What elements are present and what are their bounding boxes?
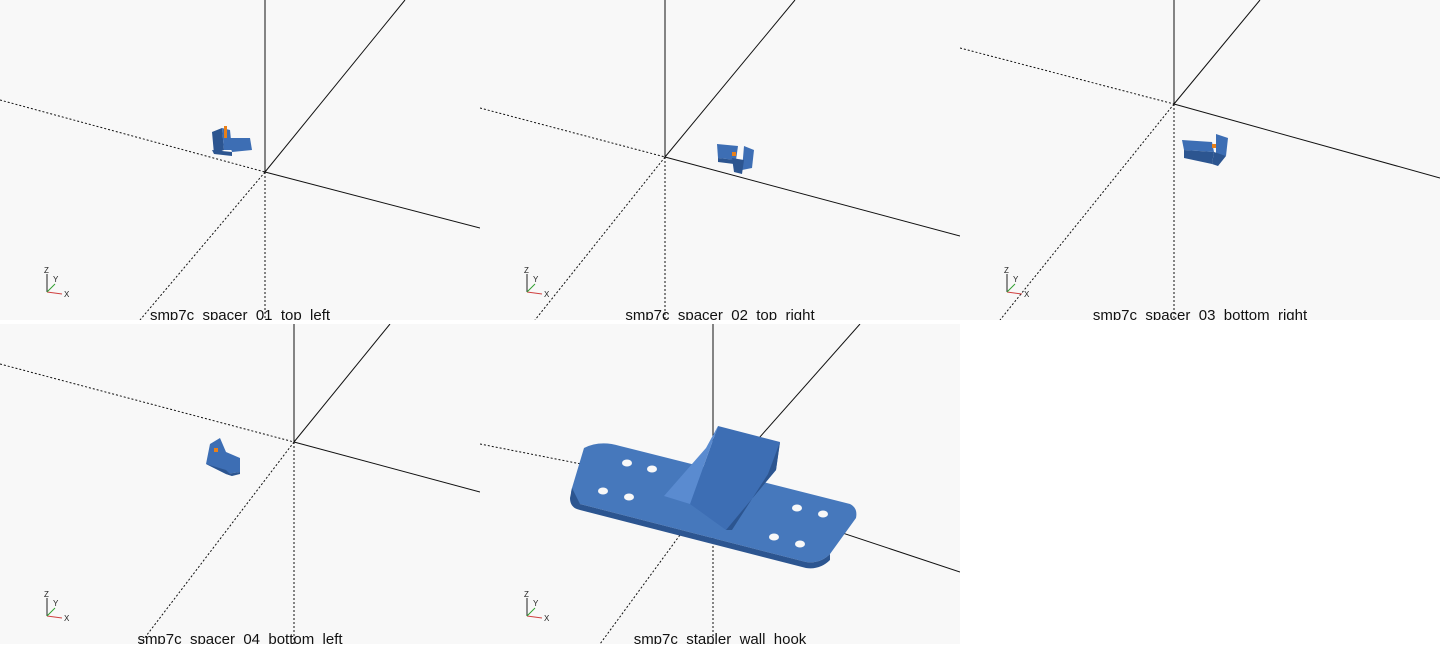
- y-axis-negative: [139, 441, 295, 644]
- axis-gizmo: Z X Y: [524, 266, 550, 299]
- gizmo-y-label: Y: [533, 599, 539, 608]
- viewport-scene: Z X Y: [480, 0, 960, 320]
- y-axis-negative: [139, 171, 266, 320]
- viewport-scene: Z X Y: [0, 324, 480, 644]
- gizmo-z-label: Z: [1004, 266, 1009, 275]
- viewport-scene: Z X Y: [480, 324, 960, 644]
- gizmo-z-label: Z: [524, 590, 529, 599]
- x-axis-positive: [1173, 103, 1440, 179]
- viewport-caption: smp7c_stapler_wall_hook: [633, 631, 807, 644]
- x-axis-positive: [664, 156, 960, 237]
- y-axis-negative: [534, 156, 666, 320]
- viewport-caption: smp7c_spacer_04_bottom_left: [137, 631, 343, 644]
- y-axis-positive: [664, 0, 796, 158]
- gizmo-x-label: X: [544, 290, 550, 299]
- viewport-caption: smp7c_spacer_02_top_right: [625, 307, 815, 320]
- gizmo-x-label: X: [1024, 290, 1030, 299]
- gizmo-z-label: Z: [44, 590, 49, 599]
- x-axis-negative: [480, 107, 666, 158]
- viewport-spacer-04[interactable]: Z X Y smp7c_spacer_04_bottom_left: [0, 324, 480, 644]
- viewport-spacer-01[interactable]: Z X Y smp7c_spacer_01_top_left: [0, 0, 480, 320]
- x-axis-negative: [960, 47, 1175, 105]
- axis-gizmo: Z X Y: [524, 590, 550, 623]
- y-axis-positive: [293, 324, 391, 443]
- gizmo-x-label: X: [64, 614, 70, 623]
- axis-gizmo: Z X Y: [44, 590, 70, 623]
- x-axis-positive: [293, 441, 480, 493]
- y-axis-positive: [1173, 0, 1261, 105]
- gizmo-y-label: Y: [533, 275, 539, 284]
- viewport-spacer-03[interactable]: Z X Y smp7c_spacer_03_bottom_right: [960, 0, 1440, 320]
- spacer-model: [1182, 134, 1228, 166]
- viewport-spacer-02[interactable]: Z X Y smp7c_spacer_02_top_right: [480, 0, 960, 320]
- gizmo-x-label: X: [64, 290, 70, 299]
- spacer-model: [206, 438, 240, 476]
- gizmo-y-label: Y: [53, 275, 59, 284]
- gizmo-x-label: X: [544, 614, 550, 623]
- x-axis-negative: [0, 363, 295, 443]
- viewport-caption: smp7c_spacer_03_bottom_right: [1092, 307, 1308, 320]
- spacer-model: [212, 126, 252, 156]
- y-axis-negative: [999, 103, 1175, 320]
- spacer-model: [717, 144, 754, 174]
- axis-gizmo: Z X Y: [44, 266, 70, 299]
- viewport-stapler-wall-hook[interactable]: Z X Y smp7c_stapler_wall_hook: [480, 324, 960, 644]
- gizmo-z-label: Z: [44, 266, 49, 275]
- viewport-caption: smp7c_spacer_01_top_left: [149, 307, 331, 320]
- y-axis-positive: [264, 0, 406, 173]
- gizmo-y-label: Y: [53, 599, 59, 608]
- viewport-scene: Z X Y: [960, 0, 1440, 320]
- axis-gizmo: Z X Y: [1004, 266, 1030, 299]
- gizmo-z-label: Z: [524, 266, 529, 275]
- gizmo-y-label: Y: [1013, 275, 1019, 284]
- viewport-scene: Z X Y: [0, 0, 480, 320]
- x-axis-positive: [264, 171, 480, 229]
